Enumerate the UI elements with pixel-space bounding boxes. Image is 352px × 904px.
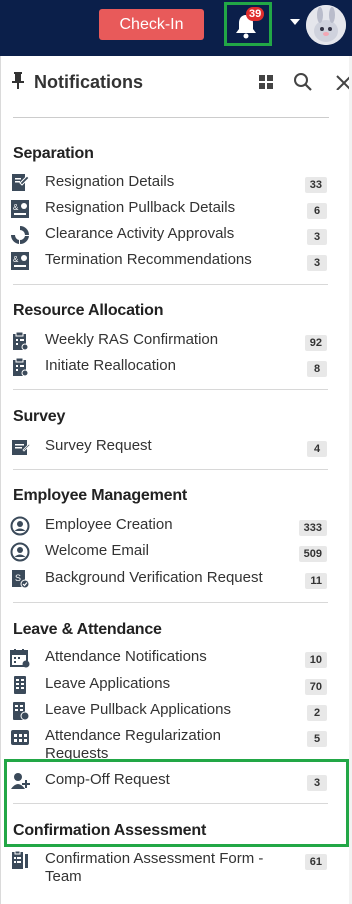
calendar-icon [10, 649, 30, 668]
notifications-bell-button[interactable]: 39 [224, 2, 272, 46]
item-label: Welcome Email [45, 542, 149, 559]
svg-text:&: & [13, 203, 19, 212]
leave-pullback-icon [13, 702, 30, 721]
panel-header: Notifications [1, 56, 352, 108]
section-confirmation-assessment: Confirmation Assessment [13, 822, 328, 840]
count-badge: 4 [307, 441, 327, 457]
item-label: Employee Creation [45, 516, 173, 533]
chevron-down-icon[interactable] [290, 19, 300, 25]
divider [13, 469, 328, 470]
section-survey: Survey [13, 408, 328, 426]
pin-icon[interactable] [11, 71, 25, 89]
search-icon[interactable] [293, 72, 313, 92]
svg-text:S: S [15, 573, 21, 583]
count-badge: 509 [298, 546, 327, 562]
section-title: Confirmation Assessment [13, 822, 207, 839]
item-label: Weekly RAS Confirmation [45, 331, 219, 348]
notification-count-badge: 39 [246, 7, 265, 21]
item-label: Confirmation Assessment Form - Team [45, 850, 264, 885]
divider [13, 602, 328, 603]
clearance-icon [10, 226, 29, 245]
grid-icon[interactable] [258, 74, 274, 90]
item-label: Termination Recommendations [45, 251, 252, 268]
count-badge: 11 [305, 573, 327, 589]
section-leave-attendance: Leave & Attendance [13, 621, 328, 639]
section-title: Leave & Attendance [13, 621, 162, 638]
resignation-icon [12, 174, 30, 191]
item-label: Initiate Reallocation [45, 357, 176, 374]
item-label: Background Verification Request [45, 569, 263, 586]
verification-icon: S [12, 570, 30, 589]
section-separation: Separation [13, 145, 328, 163]
assessment-icon [12, 850, 28, 869]
count-badge: 333 [298, 520, 327, 536]
termination-icon: & [11, 252, 29, 270]
count-badge: 3 [307, 229, 327, 245]
count-badge: 8 [307, 361, 327, 377]
count-badge: 2 [307, 705, 327, 721]
section-title: Separation [13, 145, 94, 162]
count-badge: 70 [304, 679, 327, 695]
divider [13, 389, 328, 390]
section-resource-allocation: Resource Allocation [13, 302, 328, 320]
clipboard-icon [13, 331, 29, 351]
clipboard-icon [13, 357, 29, 377]
panel-title: Notifications [34, 72, 144, 92]
regularization-icon [11, 730, 29, 745]
svg-text:&: & [13, 255, 19, 264]
check-in-button[interactable]: Check-In [99, 9, 204, 40]
item-label: Resignation Details [45, 173, 175, 190]
item-label: Attendance Notifications [45, 648, 207, 665]
section-title: Survey [13, 408, 66, 425]
count-badge: 6 [307, 203, 327, 219]
count-badge: 92 [304, 335, 327, 351]
section-title: Resource Allocation [13, 302, 164, 319]
email-icon [10, 542, 30, 562]
avatar[interactable] [306, 5, 346, 45]
item-label: Attendance Regularization Requests [45, 727, 221, 762]
item-label: Leave Pullback Applications [45, 701, 231, 718]
item-label: Survey Request [45, 437, 152, 454]
item-label: Leave Applications [45, 675, 171, 692]
item-label: Clearance Activity Approvals [45, 225, 235, 242]
count-badge: 33 [304, 177, 327, 193]
leave-icon [14, 676, 26, 694]
section-title: Employee Management [13, 487, 188, 504]
divider [13, 112, 329, 118]
survey-icon [12, 440, 30, 455]
count-badge: 5 [307, 731, 327, 747]
divider [13, 284, 328, 285]
count-badge: 10 [304, 652, 327, 668]
item-label: Resignation Pullback Details [45, 199, 236, 216]
count-badge: 3 [307, 255, 327, 271]
employee-icon [10, 516, 30, 536]
avatar-image [306, 5, 346, 45]
section-employee-management: Employee Management [13, 487, 328, 505]
top-bar: Check-In 39 [0, 0, 352, 56]
count-badge: 61 [304, 854, 327, 870]
pullback-icon: & [11, 200, 29, 218]
